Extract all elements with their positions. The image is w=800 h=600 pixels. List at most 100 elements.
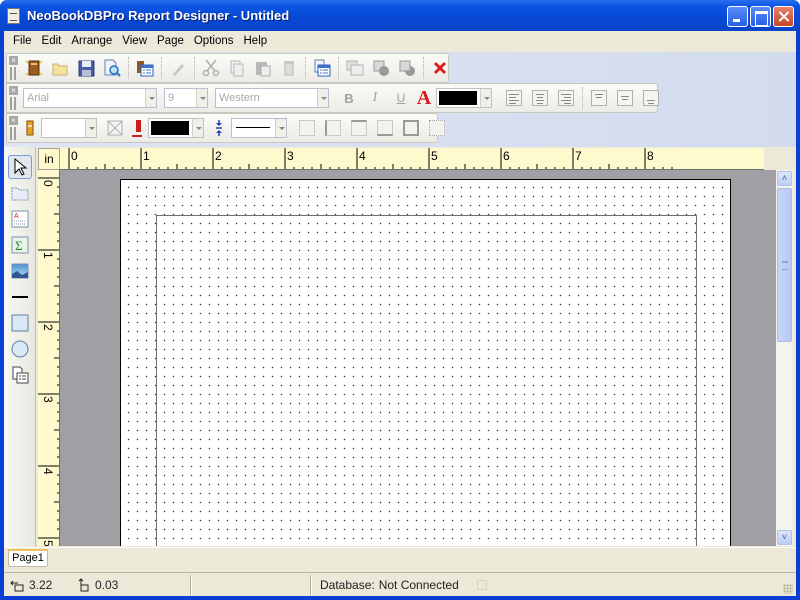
maximize-button[interactable] (750, 6, 771, 27)
underline-button[interactable]: U (389, 86, 413, 110)
border-dotted-button[interactable] (425, 116, 449, 140)
report-properties-button[interactable] (133, 56, 157, 80)
label-tool[interactable]: A (8, 207, 32, 231)
image-icon (11, 263, 29, 279)
group-button[interactable] (343, 56, 367, 80)
book-icon (25, 60, 43, 76)
main-toolbar: × (6, 53, 449, 83)
scroll-thumb[interactable] (777, 188, 792, 342)
open-button[interactable] (48, 56, 72, 80)
border-all-button[interactable] (399, 116, 423, 140)
font-size-select[interactable]: 9 (164, 88, 208, 108)
resize-grip[interactable] (783, 584, 793, 594)
chevron-down-icon[interactable] (317, 89, 328, 107)
menu-options[interactable]: Options (189, 31, 239, 52)
toolbar-close-icon[interactable]: × (9, 56, 18, 65)
page-tab-bar: Page1 (4, 547, 796, 569)
toolbar-separator (423, 57, 424, 79)
close-button[interactable] (773, 6, 794, 27)
calc-field-tool[interactable]: Σ (8, 233, 32, 257)
border-left-button[interactable] (321, 116, 345, 140)
image-tool[interactable] (8, 259, 32, 283)
paste-button[interactable] (251, 56, 275, 80)
format-painter-button[interactable] (166, 56, 190, 80)
chevron-down-icon[interactable] (196, 89, 207, 107)
copy-button[interactable] (225, 56, 249, 80)
toolbar-grip[interactable]: × (7, 84, 21, 112)
toolbar-close-icon[interactable]: × (9, 86, 18, 95)
font-name-select[interactable]: Arial (23, 88, 157, 108)
line-color-select[interactable] (148, 118, 204, 138)
design-canvas[interactable] (60, 170, 776, 546)
line-tool[interactable] (8, 285, 32, 309)
print-preview-icon (104, 59, 121, 77)
menu-file[interactable]: File (8, 31, 37, 52)
report-page[interactable] (120, 179, 731, 546)
close-report-button[interactable] (428, 56, 452, 80)
bold-button[interactable]: B (337, 86, 361, 110)
toolbar-grip[interactable]: × (7, 54, 21, 82)
border-none-button[interactable] (295, 116, 319, 140)
align-left-icon (506, 90, 522, 106)
vertical-scrollbar[interactable]: ˄ ˅ (776, 170, 793, 546)
title-bar[interactable]: NeoBookDBPro Report Designer - Untitled (0, 0, 800, 31)
ruler-label: 6 (503, 149, 510, 163)
menu-view[interactable]: View (117, 31, 152, 52)
ellipse-tool[interactable] (8, 337, 32, 361)
group-icon (346, 60, 364, 76)
border-top-button[interactable] (347, 116, 371, 140)
valign-top-button[interactable] (587, 86, 611, 110)
menu-edit[interactable]: Edit (37, 31, 67, 52)
subreport-icon (12, 366, 29, 384)
close-report-icon (433, 61, 447, 75)
valign-top-icon (591, 90, 607, 106)
print-preview-button[interactable] (100, 56, 124, 80)
align-center-button[interactable] (528, 86, 552, 110)
subreport-tool[interactable] (8, 363, 32, 387)
send-to-back-button[interactable] (395, 56, 419, 80)
line-style-select[interactable] (231, 118, 287, 138)
bring-to-front-button[interactable] (369, 56, 393, 80)
fill-color-icon (22, 116, 38, 140)
align-left-button[interactable] (502, 86, 526, 110)
scroll-down-button[interactable]: ˅ (777, 530, 792, 545)
client-area: File Edit Arrange View Page Options Help… (4, 31, 796, 596)
valign-middle-button[interactable] (613, 86, 637, 110)
menu-arrange[interactable]: Arrange (66, 31, 117, 52)
menu-bar: File Edit Arrange View Page Options Help (4, 31, 796, 52)
chevron-down-icon[interactable] (480, 89, 491, 107)
cut-button[interactable] (199, 56, 223, 80)
new-report-button[interactable] (22, 56, 46, 80)
align-right-button[interactable] (554, 86, 578, 110)
tab-page1[interactable]: Page1 (8, 549, 48, 567)
italic-button[interactable]: I (363, 86, 387, 110)
font-color-select[interactable] (436, 88, 492, 108)
script-select[interactable]: Western (215, 88, 329, 108)
border-bottom-button[interactable] (373, 116, 397, 140)
scroll-up-button[interactable]: ˄ (777, 171, 792, 186)
toolbar-separator (338, 57, 339, 79)
status-empty-panel (192, 574, 310, 596)
pointer-tool[interactable] (8, 155, 32, 179)
save-button[interactable] (74, 56, 98, 80)
no-fill-button[interactable] (103, 116, 127, 140)
delete-icon (284, 61, 294, 76)
menu-page[interactable]: Page (152, 31, 189, 52)
app-window: NeoBookDBPro Report Designer - Untitled … (0, 0, 800, 600)
font-toolbar: × Arial 9 Western B I U A (6, 83, 659, 113)
minimize-button[interactable] (727, 6, 748, 27)
band-tool[interactable] (8, 181, 32, 205)
delete-button[interactable] (277, 56, 301, 80)
toolbar-grip[interactable]: × (7, 114, 21, 142)
ruler-label: 2 (215, 149, 222, 163)
chevron-down-icon[interactable] (275, 119, 286, 137)
toolbar-close-icon[interactable]: × (9, 116, 18, 125)
chevron-down-icon[interactable] (85, 119, 96, 137)
menu-help[interactable]: Help (239, 31, 273, 52)
rectangle-tool[interactable] (8, 311, 32, 335)
fill-color-select[interactable] (41, 118, 97, 138)
page-setup-button[interactable] (310, 56, 334, 80)
chevron-down-icon[interactable] (145, 89, 156, 107)
valign-bottom-button[interactable] (639, 86, 663, 110)
chevron-down-icon[interactable] (192, 119, 203, 137)
